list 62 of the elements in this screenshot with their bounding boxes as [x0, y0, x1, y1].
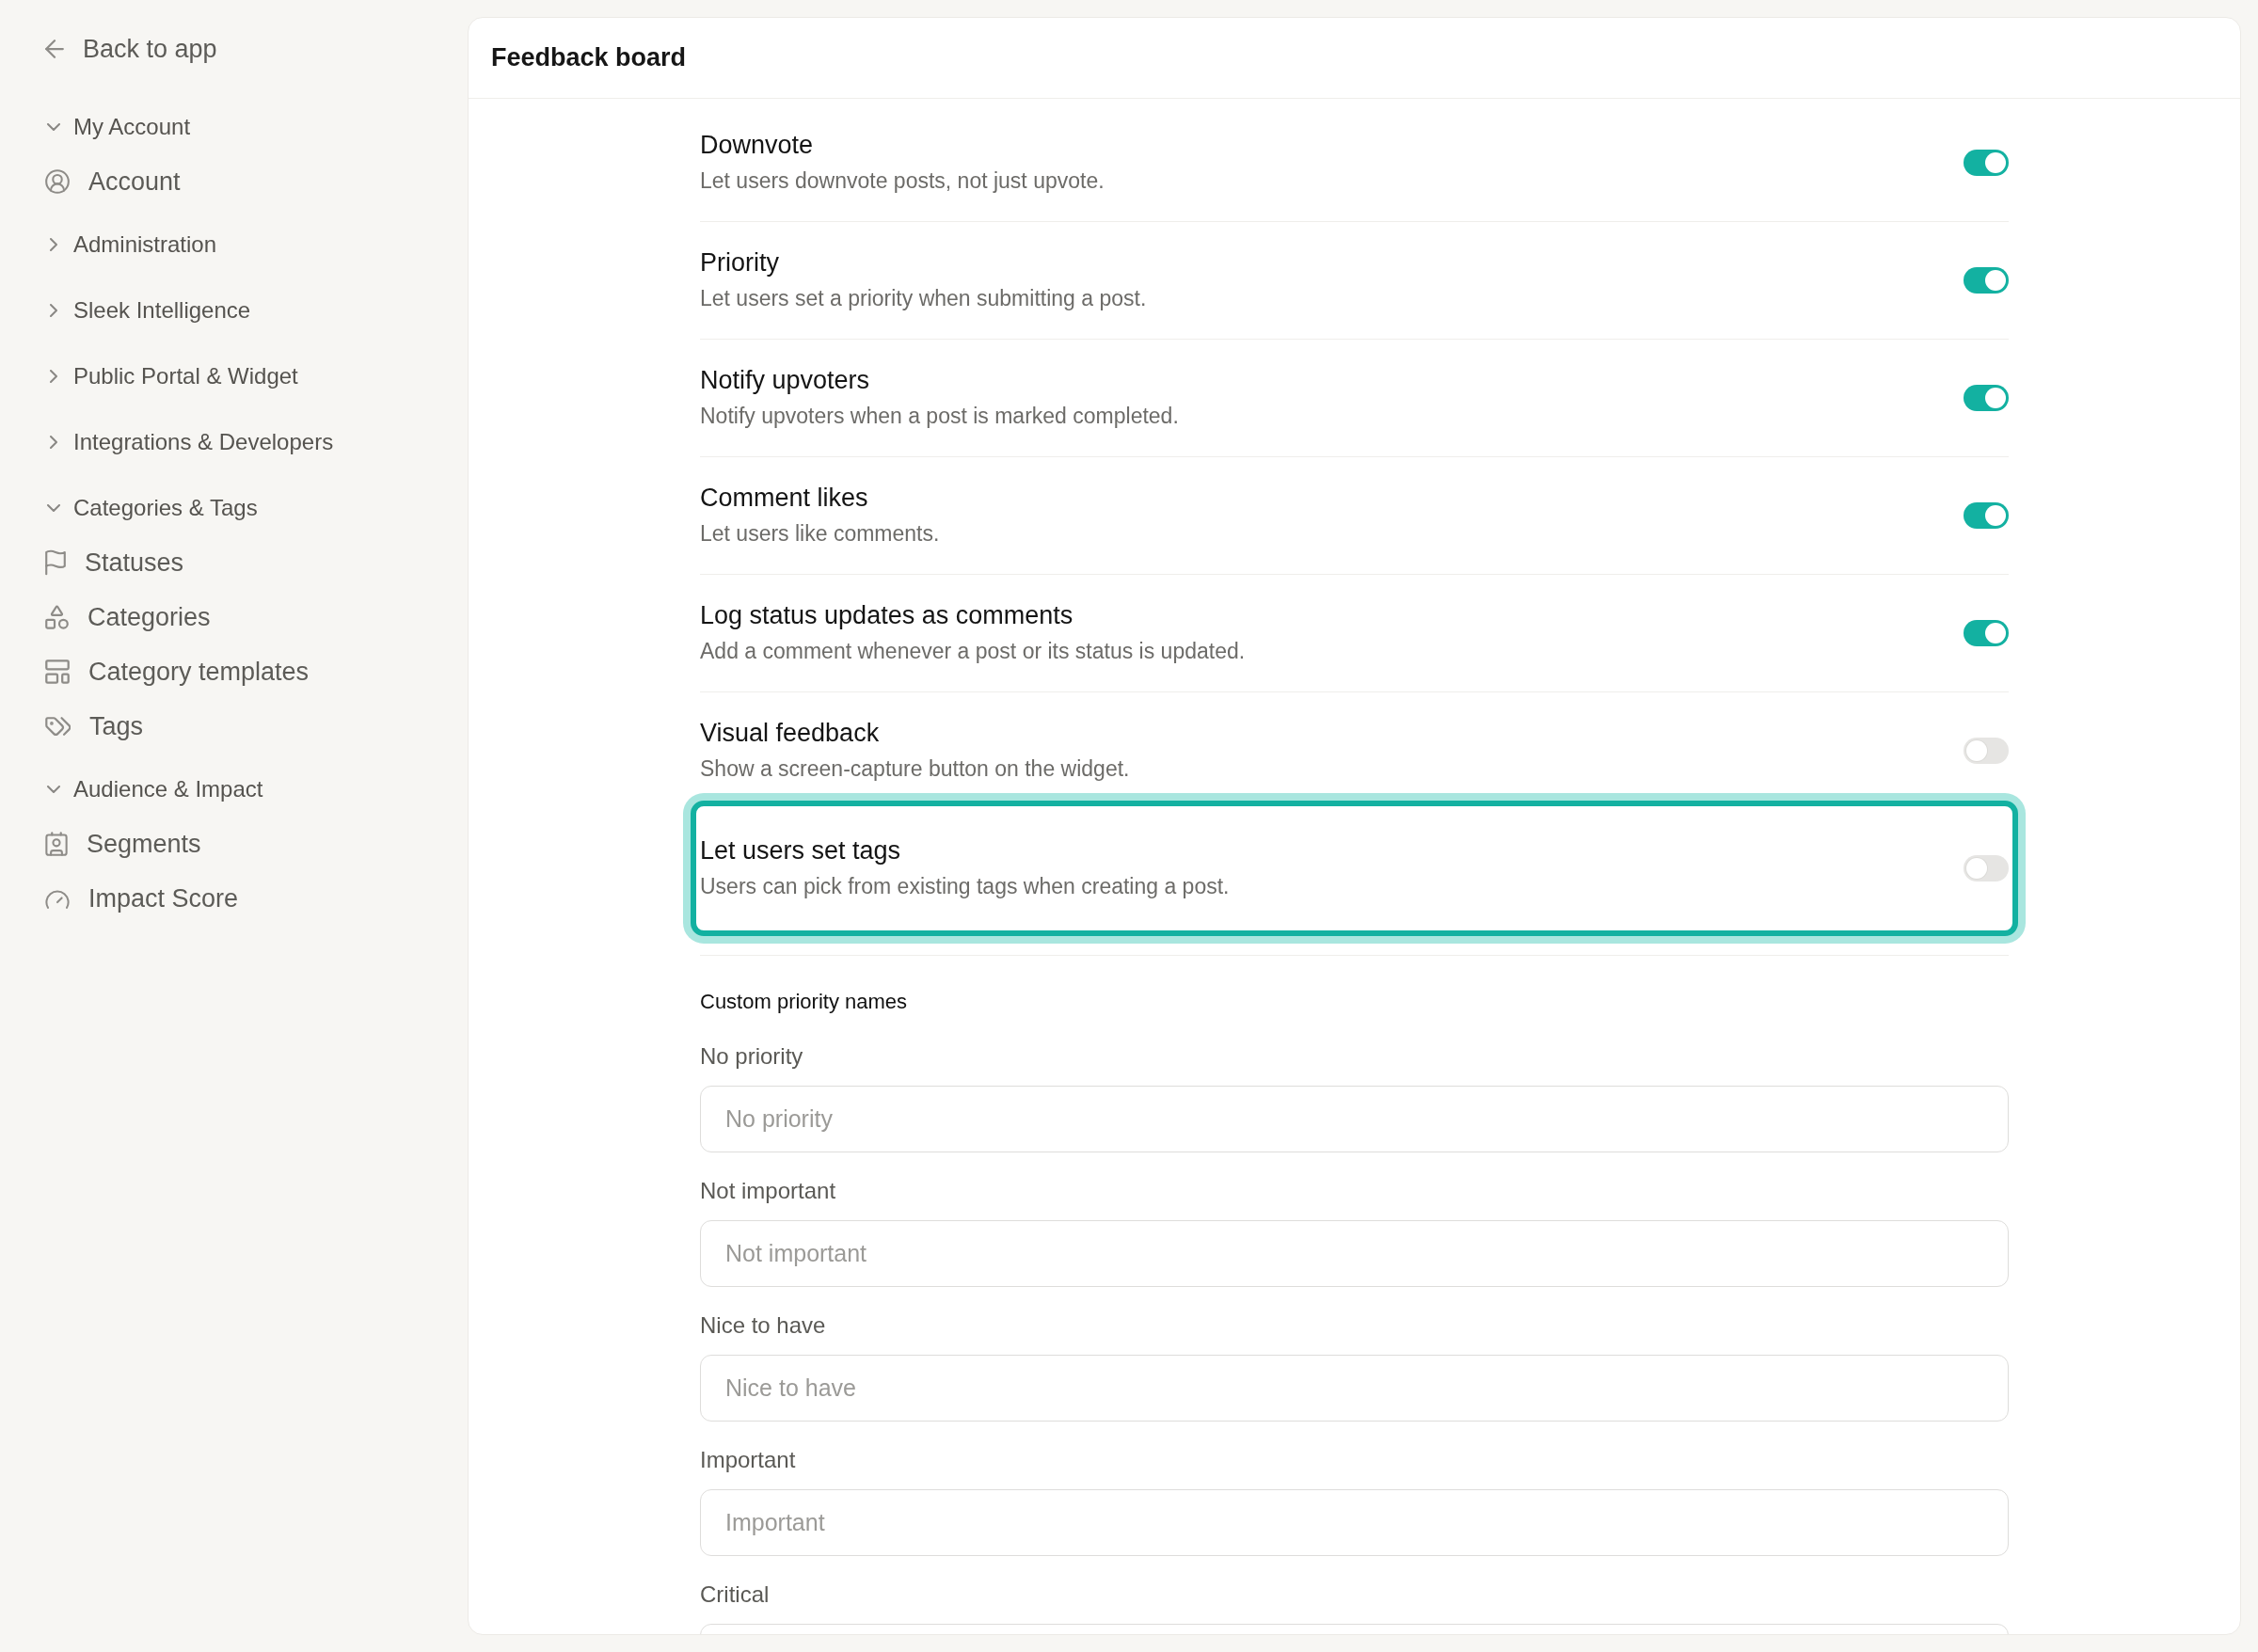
- setting-title: Comment likes: [700, 483, 868, 514]
- toggle-switch[interactable]: [1964, 738, 2009, 764]
- gauge-icon: [45, 888, 70, 909]
- nav-group-header[interactable]: Administration: [45, 223, 217, 266]
- toggle-switch[interactable]: [1964, 855, 2009, 882]
- setting-description: Let users set a priority when submitting a post.: [700, 285, 1147, 312]
- nav-group-header[interactable]: Categories & Tags: [45, 486, 258, 530]
- nav-group-header[interactable]: Audience & Impact: [45, 768, 263, 811]
- text-input[interactable]: Nice to have: [700, 1355, 2009, 1422]
- field-label: Critical: [700, 1581, 770, 1609]
- nav-group-header[interactable]: Integrations & Developers: [45, 421, 334, 464]
- layout-template-icon: [45, 659, 70, 684]
- nav-item[interactable]: Impact Score: [45, 871, 239, 926]
- user-circle-icon: [45, 169, 70, 194]
- text-input[interactable]: Important: [700, 1489, 2009, 1556]
- setting-description: Add a comment whenever a post or its status is updated.: [700, 638, 1246, 665]
- toggle-switch[interactable]: [1964, 385, 2009, 411]
- setting-title: Visual feedback: [700, 718, 880, 749]
- section-heading: Custom priority names: [700, 989, 908, 1015]
- setting-title: Log status updates as comments: [700, 600, 1073, 631]
- nav-group-header[interactable]: My Account: [45, 105, 191, 149]
- chevron-down-icon: [47, 123, 60, 131]
- chevron-right-icon: [50, 238, 57, 251]
- page-title: Feedback board: [491, 43, 687, 72]
- setting-description: Show a screen-capture button on the widget.: [700, 755, 1130, 783]
- chevron-right-icon: [50, 304, 57, 317]
- setting-description: Let users like comments.: [700, 520, 940, 548]
- setting-title: Let users set tags: [700, 835, 901, 866]
- field-label: Important: [700, 1446, 796, 1474]
- setting-description: Let users downvote posts, not just upvote.: [700, 167, 1105, 195]
- toggle-switch[interactable]: [1964, 267, 2009, 294]
- text-input[interactable]: Not important: [700, 1220, 2009, 1287]
- chevron-down-icon: [47, 786, 60, 793]
- nav-item[interactable]: Tags: [45, 699, 144, 754]
- toggle-switch[interactable]: [1964, 502, 2009, 529]
- chevron-right-icon: [50, 436, 57, 449]
- nav-item[interactable]: Segments: [45, 817, 201, 871]
- field-label: No priority: [700, 1042, 803, 1071]
- toggle-switch[interactable]: [1964, 150, 2009, 176]
- flag-icon: [45, 549, 66, 576]
- setting-title: Priority: [700, 247, 779, 278]
- setting-description: Users can pick from existing tags when creating a post.: [700, 873, 1230, 900]
- text-input[interactable]: No priority: [700, 1086, 2009, 1152]
- nav-item[interactable]: Account: [45, 154, 181, 209]
- setting-title: Downvote: [700, 130, 814, 161]
- nav-group-header[interactable]: Sleek Intelligence: [45, 289, 251, 332]
- nav-group-header[interactable]: Public Portal & Widget: [45, 355, 298, 398]
- nav-item[interactable]: Category templates: [45, 644, 310, 699]
- shapes-icon: [45, 605, 69, 629]
- setting-description: Notify upvoters when a post is marked completed.: [700, 403, 1179, 430]
- contact-card-icon: [45, 832, 68, 856]
- back-link[interactable]: Back to app: [45, 27, 217, 71]
- nav-item[interactable]: Statuses: [45, 535, 184, 590]
- chevron-down-icon: [47, 504, 60, 512]
- field-label: Nice to have: [700, 1311, 826, 1340]
- field-label: Not important: [700, 1177, 836, 1205]
- setting-title: Notify upvoters: [700, 365, 870, 396]
- toggle-switch[interactable]: [1964, 620, 2009, 646]
- chevron-right-icon: [50, 370, 57, 383]
- back-link-label: Back to app: [83, 34, 217, 64]
- tags-icon: [45, 717, 71, 736]
- nav-item[interactable]: Categories: [45, 590, 211, 644]
